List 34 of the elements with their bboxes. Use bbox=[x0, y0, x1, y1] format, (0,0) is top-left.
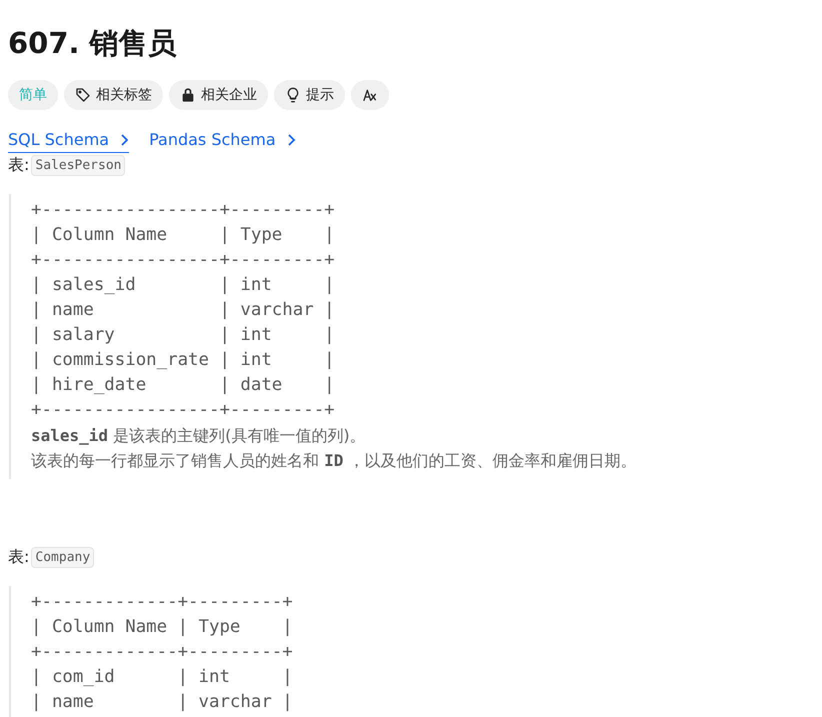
schema-line: +-----------------+---------+ bbox=[31, 399, 336, 422]
schema-line: | name | varchar | bbox=[31, 299, 336, 322]
schema-line: | Column Name | Type | bbox=[31, 224, 336, 247]
schema-line: +-------------+---------+ bbox=[31, 591, 294, 614]
schema-tab[interactable]: SQL Schema bbox=[8, 130, 130, 153]
table-note: sales_id 是该表的主键列(具有唯一值的列)。 bbox=[31, 425, 367, 447]
schema-line: | Column Name | Type | bbox=[31, 616, 294, 639]
schema-tab[interactable]: Pandas Schema bbox=[149, 130, 296, 153]
translate-icon bbox=[362, 87, 378, 103]
table-label: 表: bbox=[8, 547, 30, 568]
schema-line: | sales_id | int | bbox=[31, 274, 336, 297]
schema-line: | salary | int | bbox=[31, 324, 336, 347]
table-note: 该表的每一行都显示了销售人员的姓名和 ID ，以及他们的工资、佣金率和雇佣日期。 bbox=[31, 450, 638, 472]
hint-button[interactable]: 提示 bbox=[274, 80, 345, 110]
problem-title: 607. 销售员 bbox=[8, 25, 178, 62]
schema-line: | com_id | int | bbox=[31, 666, 294, 689]
companies-button[interactable]: 相关企业 bbox=[169, 80, 268, 110]
chevron-right-icon bbox=[286, 132, 296, 146]
schema-line: | hire_date | date | bbox=[31, 374, 336, 397]
schema-line: | commission_rate | int | bbox=[31, 349, 336, 372]
difficulty-badge: 简单 bbox=[8, 80, 58, 110]
tag-icon bbox=[75, 87, 91, 103]
lock-icon bbox=[180, 87, 196, 103]
table-name: SalesPerson bbox=[31, 155, 126, 176]
table-name: Company bbox=[31, 547, 94, 568]
table-label: 表: bbox=[8, 155, 30, 176]
schema-line: | name | varchar | bbox=[31, 691, 294, 714]
schema-line: +-------------+---------+ bbox=[31, 641, 294, 664]
translate-button[interactable] bbox=[351, 80, 389, 110]
lightbulb-icon bbox=[285, 87, 301, 103]
schema-line: +-----------------+---------+ bbox=[31, 199, 336, 222]
schema-line: +-----------------+---------+ bbox=[31, 249, 336, 272]
chevron-right-icon bbox=[119, 132, 130, 146]
tags-button[interactable]: 相关标签 bbox=[64, 80, 163, 110]
